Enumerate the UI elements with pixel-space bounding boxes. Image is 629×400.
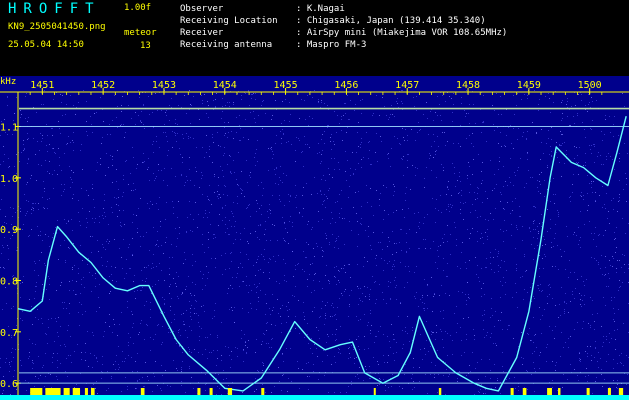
time-tick-label: 1455 <box>274 80 298 91</box>
meteor-label: meteor <box>124 28 157 38</box>
y-unit-label: kHz <box>0 77 16 87</box>
freq-tick-label: 1.1 <box>0 123 18 134</box>
info-key-observer: Observer <box>180 4 224 14</box>
info-key-antenna: Receiving antenna <box>180 40 273 50</box>
baseline-strip <box>0 395 629 400</box>
info-key-location: Receiving Location <box>180 16 278 26</box>
filename-label: KN9_2505041450.png <box>8 22 106 32</box>
datetime-label: 25.05.04 14:50 <box>8 40 84 50</box>
freq-tick-label: 1.0 <box>0 174 18 185</box>
info-value-observer: : K.Nagai <box>296 4 345 14</box>
freq-tick-label: 0.6 <box>0 379 18 390</box>
time-tick-label: 1451 <box>30 80 54 91</box>
time-tick-label: 1456 <box>334 80 358 91</box>
time-tick-label: 1457 <box>395 80 419 91</box>
info-key-receiver: Receiver <box>180 28 224 38</box>
time-tick-label: 1452 <box>91 80 115 91</box>
meteor-count: 13 <box>140 41 151 51</box>
time-tick-label: 1453 <box>152 80 176 91</box>
header-panel: HROFFT 1.00f KN9_2505041450.png meteor 1… <box>0 0 629 76</box>
spectrogram-plot: kHz 1451 1452 1453 1454 1455 1456 1457 1458 1459… <box>0 76 629 400</box>
spectrogram-svg: kHz 1451 1452 1453 1454 1455 1456 1457 1458 1459… <box>0 76 629 400</box>
app-title: HROFFT <box>8 1 101 17</box>
time-tick-label: 1454 <box>213 80 237 91</box>
info-value-location: : Chigasaki, Japan (139.414 35.340) <box>296 16 486 26</box>
version-label: 1.00f <box>124 3 152 13</box>
freq-tick-label: 0.7 <box>0 328 18 339</box>
time-tick-label: 1458 <box>456 80 480 91</box>
info-value-antenna: : Maspro FM-3 <box>296 40 367 50</box>
freq-tick-label: 0.8 <box>0 277 18 288</box>
freq-tick-label: 0.9 <box>0 225 18 236</box>
info-value-receiver: : AirSpy mini (Miakejima VOR 108.65MHz) <box>296 28 508 38</box>
time-tick-label: 1459 <box>517 80 541 91</box>
time-tick-label: 1500 <box>578 80 602 91</box>
